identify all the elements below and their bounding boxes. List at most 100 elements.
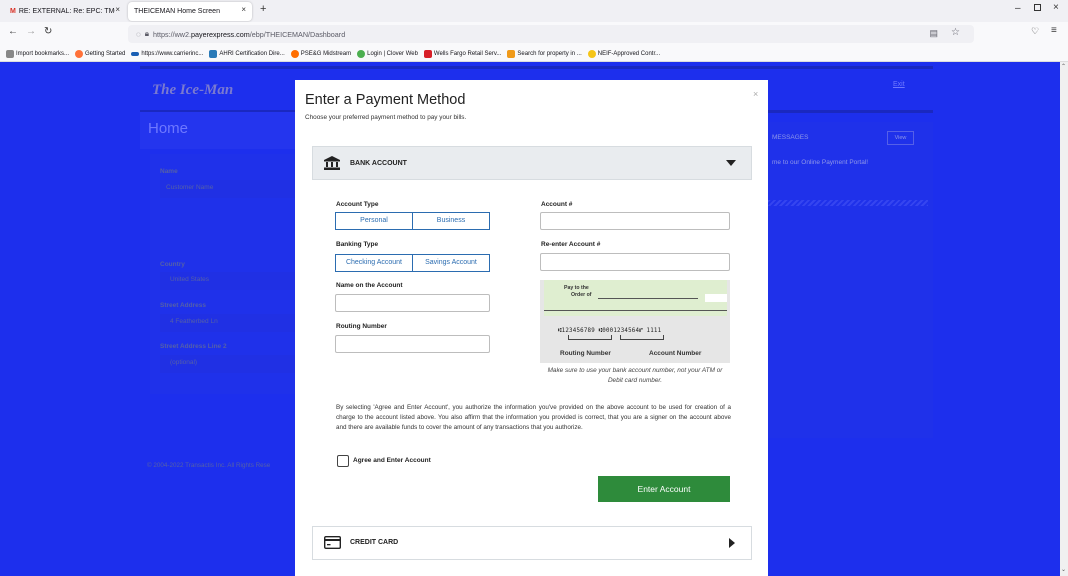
- reenter-account-input[interactable]: [540, 253, 730, 271]
- new-tab-button[interactable]: +: [260, 3, 266, 15]
- payee-line: [598, 298, 698, 299]
- bookmark-neif[interactable]: NEIF-Approved Contr...: [587, 49, 661, 58]
- reload-icon[interactable]: ↻: [44, 26, 52, 37]
- url-bar[interactable]: ◌ 🔒︎ https://ww2. payerexpress.com /ebp/…: [128, 25, 974, 43]
- account-bracket: [620, 335, 664, 340]
- street2-field: (optional): [160, 355, 296, 373]
- banking-type-checking-button[interactable]: Checking Account: [336, 255, 412, 271]
- bookmark-label: Wells Fargo Retail Serv...: [433, 50, 502, 57]
- tab-label: THEICEMAN Home Screen: [134, 8, 220, 15]
- authorization-disclaimer: By selecting 'Agree and Enter Account', …: [336, 404, 731, 432]
- logo: The Ice-Man: [152, 82, 234, 98]
- routing-caption: Routing Number: [560, 350, 611, 357]
- nav-bar: ← → ↻ ◌ 🔒︎ https://ww2. payerexpress.com…: [0, 22, 1068, 46]
- bookmark-pseg[interactable]: PSE&G Midstream: [290, 49, 352, 58]
- restore-icon[interactable]: [1034, 4, 1041, 11]
- bank-account-label: BANK ACCOUNT: [350, 160, 407, 167]
- bookmark-label: Import bookmarks...: [16, 50, 70, 57]
- account-type-label: Account Type: [336, 201, 379, 208]
- close-window-icon[interactable]: ×: [1053, 2, 1059, 13]
- scrollbar[interactable]: ⌃ ⌄: [1060, 62, 1068, 576]
- bookmark-label: Search for property in ...: [517, 50, 582, 57]
- bookmark-star-icon[interactable]: ☆: [951, 27, 960, 38]
- tab-label: RE: EXTERNAL: Re: EPC: TMCC: [18, 8, 115, 15]
- reader-view-icon[interactable]: ▤: [929, 28, 938, 39]
- neif-icon: [587, 49, 596, 58]
- banking-type-label: Banking Type: [336, 241, 379, 248]
- modal-title: Enter a Payment Method: [305, 92, 466, 108]
- account-type-business-button[interactable]: Business: [412, 213, 489, 229]
- shield-icon: ◌: [136, 29, 141, 39]
- account-number-input[interactable]: [540, 212, 730, 230]
- check-illustration: Pay to the Order of ⑆123456789 ⑆00012345…: [540, 280, 730, 363]
- account-type-personal-button[interactable]: Personal: [336, 213, 412, 229]
- bank-icon: [324, 156, 340, 170]
- bookmark-wells-fargo[interactable]: Wells Fargo Retail Serv...: [423, 49, 502, 58]
- street-field: 4 Featherbed Ln: [160, 314, 296, 332]
- welcome-text: me to our Online Payment Portal!: [772, 159, 869, 166]
- banking-type-toggle: Checking Account Savings Account: [335, 254, 490, 272]
- bookmark-carrier[interactable]: https://www.carrierinc...: [131, 51, 203, 57]
- account-caption: Account Number: [649, 350, 702, 357]
- bookmark-ahri[interactable]: AHRI Certification Dire...: [209, 49, 285, 58]
- footer-copyright: © 2004-2022 Transactis Inc. All Rights R…: [147, 462, 271, 469]
- bookmark-import[interactable]: Import bookmarks...: [6, 49, 70, 58]
- import-icon: [6, 49, 14, 58]
- bookmark-property[interactable]: Search for property in ...: [507, 49, 582, 58]
- name-on-account-input[interactable]: [335, 294, 490, 312]
- view-button[interactable]: View: [887, 131, 914, 145]
- close-icon[interactable]: ×: [753, 89, 758, 99]
- clover-icon: [357, 49, 366, 58]
- country-field: United States: [160, 272, 296, 290]
- url-prefix: https://ww2.: [153, 29, 191, 39]
- routing-bracket: [568, 335, 612, 340]
- agree-checkbox[interactable]: [337, 455, 349, 467]
- bookmark-label: AHRI Certification Dire...: [219, 50, 285, 57]
- close-icon[interactable]: ×: [115, 5, 120, 14]
- wells-fargo-icon: [423, 49, 432, 58]
- country-label: Country: [160, 261, 185, 268]
- check-bottom-line: [544, 310, 727, 311]
- scroll-down-icon[interactable]: ⌄: [1061, 566, 1066, 573]
- bookmark-label: NEIF-Approved Contr...: [597, 50, 661, 57]
- chevron-right-icon[interactable]: [729, 538, 735, 548]
- bookmark-label: PSE&G Midstream: [300, 50, 352, 57]
- minimize-icon[interactable]: –: [1015, 3, 1021, 14]
- forward-icon[interactable]: →: [26, 26, 36, 37]
- bank-account-header[interactable]: BANK ACCOUNT: [312, 146, 752, 180]
- pay-to-text: Pay to the: [564, 285, 589, 291]
- credit-card-icon: [324, 536, 341, 549]
- carrier-icon: [131, 51, 140, 56]
- tab-email[interactable]: M RE: EXTERNAL: Re: EPC: TMCC ×: [4, 2, 126, 21]
- messages-label: MESSAGES: [772, 134, 809, 141]
- bookmark-clover[interactable]: Login | Clover Web: [357, 49, 418, 58]
- credit-card-label: CREDIT CARD: [350, 539, 399, 546]
- order-of-text: Order of: [571, 292, 592, 298]
- bookmarks-bar: Import bookmarks... Getting Started http…: [0, 46, 1068, 62]
- street2-label: Street Address Line 2: [160, 343, 227, 350]
- credit-card-header[interactable]: CREDIT CARD: [312, 526, 752, 560]
- bookmark-getting-started[interactable]: Getting Started: [75, 49, 125, 58]
- street-label: Street Address: [160, 302, 206, 309]
- name-field: Customer Name: [160, 180, 296, 198]
- tab-iceman[interactable]: THEICEMAN Home Screen ×: [128, 2, 252, 21]
- exit-link[interactable]: Exit: [893, 81, 905, 88]
- banking-type-savings-button[interactable]: Savings Account: [412, 255, 489, 271]
- hatch-divider: [768, 200, 928, 206]
- name-label: Name: [160, 168, 178, 175]
- property-icon: [507, 49, 516, 58]
- messages-panel: [768, 122, 933, 438]
- close-icon[interactable]: ×: [241, 5, 246, 14]
- micr-line: ⑆123456789 ⑆0001234564⑈ 1111: [558, 328, 662, 334]
- routing-number-input[interactable]: [335, 335, 490, 353]
- account-number-note: Make sure to use your bank account numbe…: [547, 367, 723, 384]
- account-number-label: Account #: [541, 201, 573, 208]
- pocket-icon[interactable]: ♡: [1031, 26, 1039, 37]
- back-icon[interactable]: ←: [8, 26, 18, 37]
- scroll-up-icon[interactable]: ⌃: [1061, 63, 1066, 70]
- tab-bar: M RE: EXTERNAL: Re: EPC: TMCC × THEICEMA…: [0, 0, 1068, 22]
- enter-account-button[interactable]: Enter Account: [598, 476, 730, 502]
- header-rule: [140, 66, 933, 69]
- menu-icon[interactable]: ≡: [1051, 25, 1057, 36]
- chevron-down-icon[interactable]: [726, 160, 736, 167]
